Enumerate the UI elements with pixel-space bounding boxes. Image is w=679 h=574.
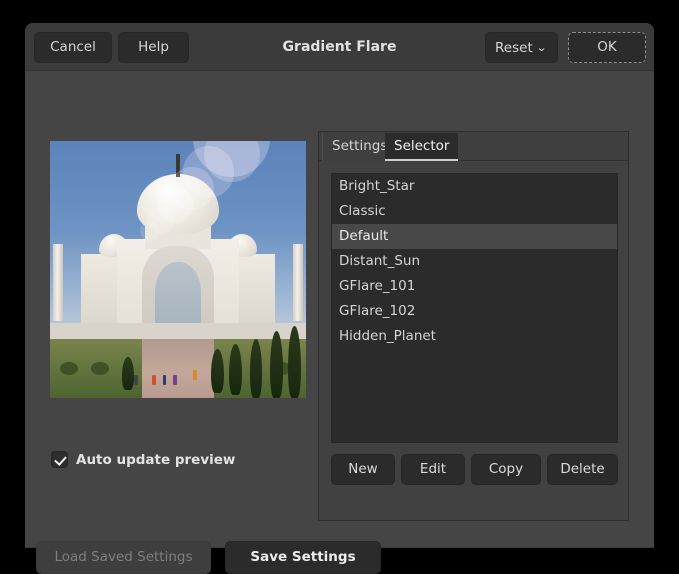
tab-selector[interactable]: Selector <box>385 133 458 161</box>
visitor <box>134 375 138 385</box>
load-saved-settings-label: Load Saved Settings <box>54 549 192 565</box>
help-button[interactable]: Help <box>118 32 189 63</box>
wing-right <box>234 254 275 323</box>
central-iwan-arch <box>155 262 201 324</box>
ok-button-label: OK <box>597 39 616 55</box>
new-button-label: New <box>348 461 377 477</box>
cypress-tree <box>288 326 301 398</box>
visitor <box>163 375 167 385</box>
reset-dropdown-button[interactable]: Reset⌄ <box>485 32 558 63</box>
gradient-flare-list[interactable]: Bright_Star Classic Default Distant_Sun … <box>331 173 618 443</box>
auto-update-preview-checkbox[interactable]: Auto update preview <box>51 451 235 468</box>
tab-selector-label: Selector <box>394 138 449 154</box>
checkbox-indicator[interactable] <box>51 451 68 468</box>
list-item[interactable]: Default <box>332 224 617 249</box>
delete-button[interactable]: Delete <box>547 454 618 485</box>
dialog-header-bar: Gradient Flare Cancel Help Reset⌄ OK <box>25 23 654 71</box>
copy-button-label: Copy <box>489 461 523 477</box>
edit-button-label: Edit <box>420 461 446 477</box>
wing-left <box>81 254 122 323</box>
taj-mahal-photo <box>50 141 306 398</box>
list-item[interactable]: Hidden_Planet <box>332 324 617 349</box>
hedge <box>60 362 78 375</box>
marble-plinth <box>50 323 306 338</box>
tab-settings-label: Settings <box>332 138 387 154</box>
tab-strip: Settings Selector <box>319 132 628 161</box>
preview-image[interactable] <box>50 141 306 398</box>
copy-button[interactable]: Copy <box>471 454 541 485</box>
auto-update-preview-label: Auto update preview <box>76 452 235 468</box>
edit-button[interactable]: Edit <box>401 454 465 485</box>
delete-button-label: Delete <box>560 461 604 477</box>
gradient-flare-dialog: Gradient Flare Cancel Help Reset⌄ OK <box>25 23 654 548</box>
dome-finial <box>176 154 180 177</box>
cancel-button-label: Cancel <box>50 39 96 55</box>
settings-notebook: Settings Selector Bright_Star Classic De… <box>318 131 629 521</box>
save-settings-label: Save Settings <box>250 549 355 565</box>
load-saved-settings-button[interactable]: Load Saved Settings <box>36 541 211 574</box>
dialog-body: Auto update preview Load Saved Settings … <box>25 71 654 547</box>
list-item[interactable]: Bright_Star <box>332 174 617 199</box>
list-item[interactable]: Distant_Sun <box>332 249 617 274</box>
ok-button[interactable]: OK <box>568 32 646 63</box>
cancel-button[interactable]: Cancel <box>34 32 112 63</box>
cypress-tree <box>229 344 242 395</box>
visitor <box>173 375 177 385</box>
chevron-down-icon: ⌄ <box>536 33 548 62</box>
help-button-label: Help <box>138 39 169 55</box>
list-item[interactable]: GFlare_101 <box>332 274 617 299</box>
minaret-left <box>53 244 63 321</box>
visitor <box>193 370 197 380</box>
walkway <box>142 334 214 398</box>
list-item[interactable]: Classic <box>332 199 617 224</box>
minaret-right <box>293 244 303 321</box>
list-item[interactable]: GFlare_102 <box>332 299 617 324</box>
reset-button-label: Reset <box>495 40 533 56</box>
save-settings-button[interactable]: Save Settings <box>225 541 381 574</box>
new-button[interactable]: New <box>331 454 395 485</box>
hedge <box>91 362 109 375</box>
visitor <box>152 375 156 385</box>
cypress-tree <box>270 331 283 398</box>
